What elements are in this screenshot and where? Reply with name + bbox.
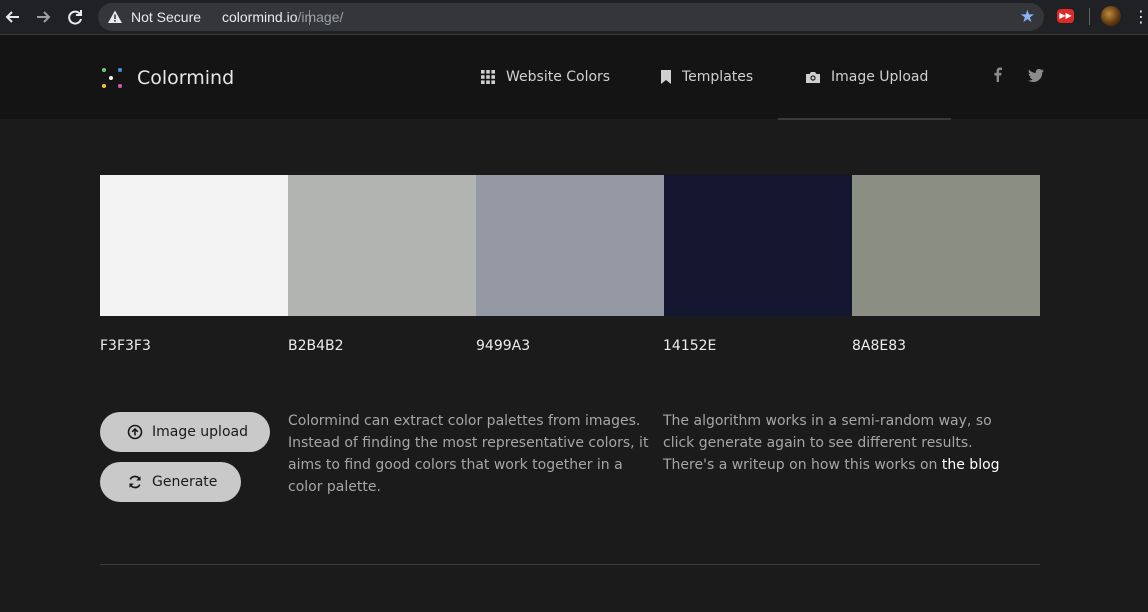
profile-avatar[interactable] bbox=[1101, 6, 1121, 26]
active-tab-indicator bbox=[778, 118, 951, 120]
security-label[interactable]: Not Secure bbox=[131, 8, 201, 26]
site-header: Colormind Website Colors Templates Image… bbox=[0, 35, 1148, 120]
nav-website-colors[interactable]: Website Colors bbox=[481, 66, 610, 88]
intro-line: Instead of finding the most representati… bbox=[288, 435, 649, 451]
palette-swatch-1[interactable] bbox=[100, 175, 288, 316]
palette-swatch-2[interactable] bbox=[288, 175, 476, 316]
url-path: /image/ bbox=[297, 9, 344, 25]
address-bar[interactable]: Not Secure colormind.io/image/ ★ bbox=[98, 3, 1044, 31]
nav-label: Website Colors bbox=[506, 69, 611, 85]
toolbar-divider bbox=[1089, 8, 1090, 25]
nav-label: Templates bbox=[682, 69, 754, 85]
algorithm-line: click generate again to see different re… bbox=[663, 435, 973, 451]
twitter-icon[interactable] bbox=[1028, 66, 1044, 88]
hex-code-4[interactable]: 14152E bbox=[663, 337, 716, 355]
grid-icon bbox=[481, 70, 495, 84]
palette-swatch-5[interactable] bbox=[852, 175, 1040, 316]
bookmark-star-icon[interactable]: ★ bbox=[1020, 7, 1035, 27]
brand-name[interactable]: Colormind bbox=[137, 66, 234, 90]
algorithm-line-text: There's a writeup on how this works on bbox=[663, 457, 942, 473]
hex-code-2[interactable]: B2B4B2 bbox=[288, 337, 344, 355]
hex-code-3[interactable]: 9499A3 bbox=[476, 337, 530, 355]
blog-link[interactable]: the blog bbox=[942, 457, 1000, 473]
forward-arrow-icon[interactable] bbox=[32, 6, 54, 28]
intro-line: Colormind can extract color palettes fro… bbox=[288, 413, 641, 429]
generate-label: Generate bbox=[152, 474, 218, 490]
nav-image-upload[interactable]: Image Upload bbox=[806, 66, 928, 88]
image-upload-button[interactable]: Image upload bbox=[100, 412, 270, 452]
algorithm-line: The algorithm works in a semi-random way… bbox=[663, 413, 992, 429]
algorithm-paragraph: The algorithm works in a semi-random way… bbox=[663, 410, 1040, 476]
warning-icon bbox=[108, 10, 122, 23]
camera-icon bbox=[806, 72, 820, 83]
hex-code-5[interactable]: 8A8E83 bbox=[852, 337, 906, 355]
section-divider bbox=[100, 564, 1040, 565]
browser-toolbar: Not Secure colormind.io/image/ ★ ▶▶ ⋮ bbox=[0, 0, 1148, 34]
nav-label: Image Upload bbox=[831, 69, 929, 85]
palette-swatch-4[interactable] bbox=[664, 175, 852, 316]
nav-templates[interactable]: Templates bbox=[661, 66, 753, 88]
colormind-logo-icon[interactable] bbox=[100, 66, 124, 90]
refresh-icon bbox=[129, 475, 141, 489]
extension-icon[interactable]: ▶▶ bbox=[1057, 9, 1074, 23]
facebook-icon[interactable] bbox=[993, 66, 1002, 88]
intro-line: color palette. bbox=[288, 479, 381, 495]
hex-code-1[interactable]: F3F3F3 bbox=[100, 337, 151, 355]
generate-button[interactable]: Generate bbox=[100, 462, 241, 502]
more-icon[interactable]: ⋮ bbox=[1133, 6, 1148, 28]
back-arrow-icon[interactable] bbox=[2, 6, 24, 28]
url-text[interactable]: colormind.io/image/ bbox=[222, 8, 343, 26]
url-host: colormind.io bbox=[222, 9, 298, 25]
image-upload-label: Image upload bbox=[152, 424, 248, 440]
intro-paragraph: Colormind can extract color palettes fro… bbox=[288, 410, 649, 498]
upload-icon bbox=[127, 424, 143, 440]
intro-line: aims to find good colors that work toget… bbox=[288, 457, 623, 473]
reload-icon[interactable] bbox=[64, 6, 86, 28]
palette-swatch-3[interactable] bbox=[476, 175, 664, 316]
algorithm-line: There's a writeup on how this works on t… bbox=[663, 454, 1040, 476]
bookmark-icon bbox=[661, 70, 671, 84]
